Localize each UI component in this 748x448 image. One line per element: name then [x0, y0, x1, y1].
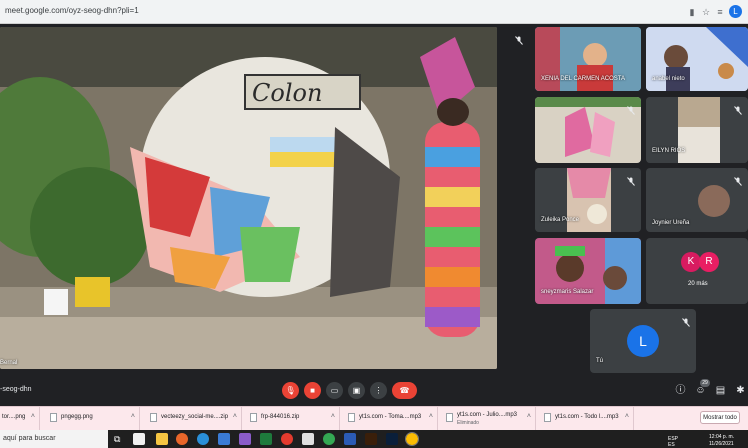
participant-count-badge: 29	[700, 379, 710, 387]
mic-toggle-button[interactable]: 🎙	[282, 382, 299, 399]
cast-icon[interactable]: ▮	[686, 6, 698, 18]
more-vert-icon: ⋮	[374, 386, 383, 395]
tray-time[interactable]: 12:04 p. m.	[709, 434, 734, 440]
chevron-up-icon[interactable]: ˄	[429, 413, 433, 420]
task-view-icon[interactable]: ⧉	[114, 433, 126, 445]
download-item[interactable]: tor....png ˄	[0, 406, 40, 430]
self-avatar: L	[627, 325, 659, 357]
audio-file-icon	[446, 413, 453, 422]
store-icon[interactable]	[133, 433, 145, 445]
illustrator-icon[interactable]	[365, 433, 377, 445]
tray-date[interactable]: 11/26/2021	[709, 441, 734, 447]
show-all-downloads-button[interactable]: Mostrar todo	[700, 411, 740, 424]
firefox-icon[interactable]	[176, 433, 188, 445]
browser-address-bar: meet.google.com/oyz-seog-dhn?pli=1 ▮ ☆ ≡…	[0, 0, 748, 24]
photos-icon[interactable]	[239, 433, 251, 445]
mic-muted-icon	[734, 173, 742, 186]
participant-tile[interactable]: EILYN RIOS	[646, 97, 748, 163]
bookmark-star-icon[interactable]: ☆	[700, 6, 712, 18]
photoshop-icon[interactable]	[386, 433, 398, 445]
main-video-image: Colon	[0, 27, 497, 369]
main-mic-muted-icon	[515, 32, 523, 50]
present-button[interactable]: ▣	[348, 382, 365, 399]
download-item[interactable]: yt1s.com - Julio....mp3 Eliminado ˄	[441, 406, 536, 430]
meeting-code: -seog-dhn	[0, 386, 32, 393]
participant-name: Joynier Ureña	[652, 220, 690, 226]
tray-lang-sub: ES	[668, 442, 675, 448]
opera-icon[interactable]	[281, 433, 293, 445]
participant-avatar	[698, 185, 730, 217]
participant-tile[interactable]: Joynier Ureña	[646, 168, 748, 232]
participant-tile[interactable]: XENIA DEL CARMEN ACOSTA	[535, 27, 641, 91]
chevron-up-icon[interactable]: ˄	[625, 413, 629, 420]
edge-icon[interactable]	[197, 433, 209, 445]
more-count-label: 20 más	[688, 281, 708, 287]
participant-name: EILYN RIOS	[652, 148, 686, 154]
mic-muted-icon	[627, 173, 635, 186]
file-icon	[50, 413, 57, 422]
chevron-up-icon[interactable]: ˄	[131, 413, 135, 420]
download-item[interactable]: vecteezy_social-me....zip ˄	[145, 406, 242, 430]
info-icon[interactable]: ⓘ	[674, 384, 687, 397]
svg-text:Colon: Colon	[252, 79, 322, 107]
download-item[interactable]: yt1s.com - Toma....mp3 ˄	[343, 406, 438, 430]
audio-file-icon	[544, 413, 551, 422]
mail-icon[interactable]	[218, 433, 230, 445]
main-speaker-video[interactable]: Colon Bernal	[0, 27, 497, 369]
file-explorer-icon[interactable]	[156, 433, 168, 445]
captions-icon: ▭	[330, 386, 339, 395]
participant-name: anabel nieto	[652, 76, 685, 82]
participant-name: Zuleika Ponce	[541, 217, 580, 223]
chat-icon[interactable]: ▤	[714, 384, 727, 397]
url-text[interactable]: meet.google.com/oyz-seog-dhn?pli=1	[5, 6, 139, 15]
captions-button[interactable]: ▭	[326, 382, 343, 399]
participant-name: XENIA DEL CARMEN ACOSTA	[541, 76, 626, 82]
chrome-active-icon[interactable]	[405, 432, 419, 446]
participant-avatar-r: R	[699, 252, 719, 272]
participant-avatar-k: K	[681, 252, 701, 272]
chrome-icon[interactable]	[323, 433, 335, 445]
end-call-button[interactable]: ☎	[392, 382, 417, 399]
notepad-icon[interactable]	[302, 433, 314, 445]
chevron-up-icon[interactable]: ˄	[31, 413, 35, 420]
participant-tile[interactable]: anabel nieto	[646, 27, 748, 91]
mic-off-icon: 🎙	[285, 386, 296, 395]
chevron-up-icon[interactable]: ˄	[233, 413, 237, 420]
camera-off-icon: ■	[310, 386, 315, 395]
zip-file-icon	[250, 413, 257, 422]
download-item[interactable]: frp-844016.zip ˄	[245, 406, 340, 430]
zip-file-icon	[150, 413, 157, 422]
excel-icon[interactable]	[260, 433, 272, 445]
more-options-button[interactable]: ⋮	[370, 382, 387, 399]
self-tile[interactable]: L Tú	[590, 309, 696, 373]
camera-toggle-button[interactable]: ■	[304, 382, 321, 399]
download-item[interactable]: yt1s.com - Todo l....mp3 ˄	[539, 406, 634, 430]
phone-hangup-icon: ☎	[399, 386, 410, 395]
mic-muted-icon	[627, 102, 635, 115]
participant-tile[interactable]: Zuleika Ponce	[535, 168, 641, 232]
profile-avatar[interactable]: L	[729, 5, 742, 18]
participant-name: Tú	[596, 358, 604, 364]
download-item[interactable]: pngegg.png ˄	[45, 406, 140, 430]
taskbar-search-input[interactable]: aquí para buscar	[0, 430, 108, 448]
activities-icon[interactable]: ✱	[734, 384, 747, 397]
mic-muted-icon	[682, 314, 690, 327]
participant-tile[interactable]: sneyzmaris Salazar	[535, 238, 641, 304]
more-participants-tile[interactable]: K R 20 más	[646, 238, 748, 304]
mic-muted-icon	[734, 102, 742, 115]
participant-name: sneyzmaris Salazar	[541, 289, 594, 295]
extensions-icon[interactable]: ≡	[714, 6, 726, 18]
audio-file-icon	[348, 413, 355, 422]
participant-tile[interactable]	[535, 97, 641, 163]
word-icon[interactable]	[344, 433, 356, 445]
chevron-up-icon[interactable]: ˄	[331, 413, 335, 420]
present-icon: ▣	[352, 386, 361, 395]
chevron-up-icon[interactable]: ˄	[527, 413, 531, 420]
main-speaker-name: Bernal	[0, 360, 18, 366]
